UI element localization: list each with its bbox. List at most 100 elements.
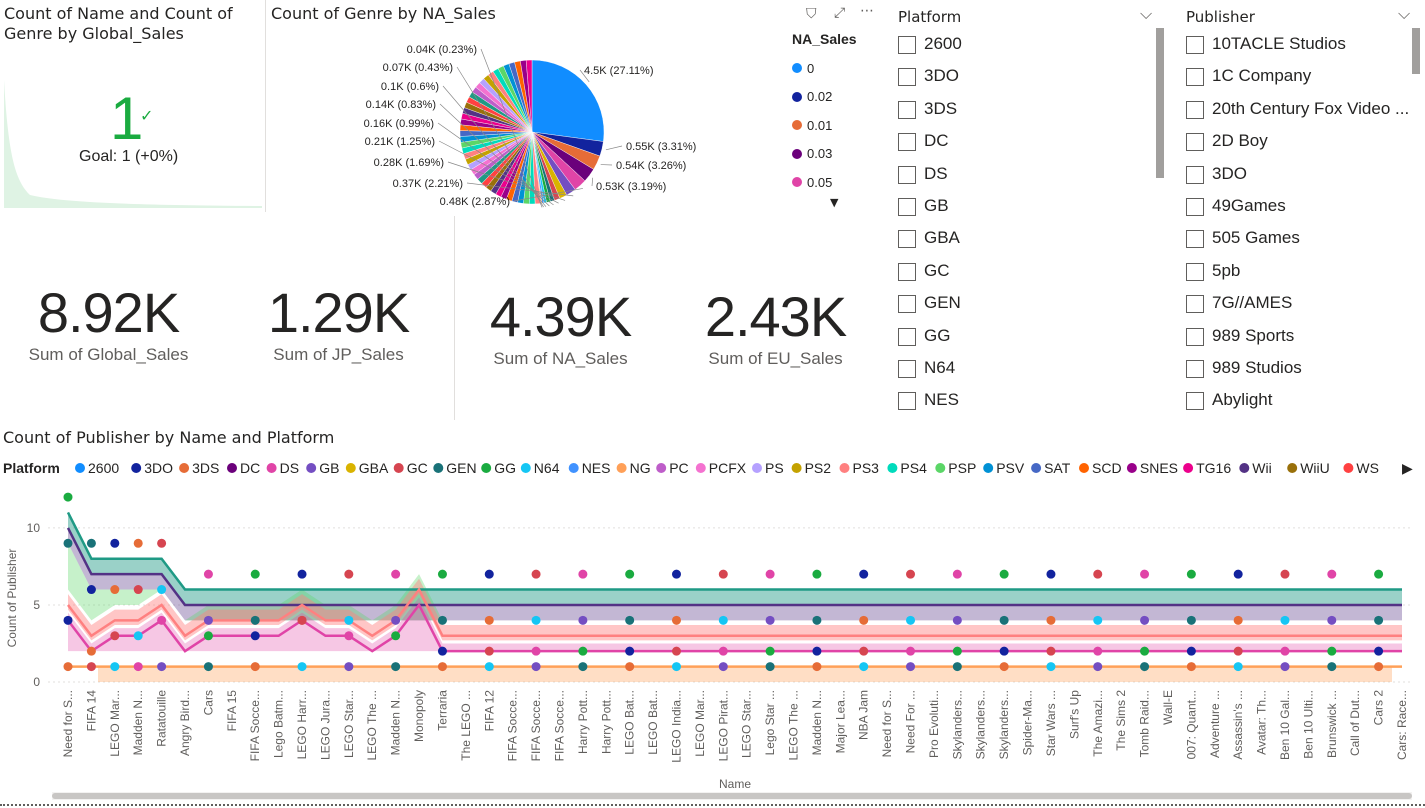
data-point[interactable] xyxy=(671,646,681,656)
slicer-item-label[interactable]: 3DS xyxy=(924,99,957,119)
data-point[interactable] xyxy=(437,615,447,625)
data-point[interactable] xyxy=(812,662,822,672)
checkbox[interactable] xyxy=(1186,100,1204,119)
legend-item[interactable]: PS2 xyxy=(805,460,832,476)
data-point[interactable] xyxy=(578,646,588,656)
data-point[interactable] xyxy=(1046,662,1056,672)
data-point[interactable] xyxy=(625,615,635,625)
checkbox[interactable] xyxy=(898,230,916,249)
chevron-down-icon[interactable]: ⌵ xyxy=(1140,4,1152,24)
data-point[interactable] xyxy=(718,646,728,656)
data-point[interactable] xyxy=(859,569,869,579)
data-point[interactable] xyxy=(110,662,120,672)
data-point[interactable] xyxy=(203,569,213,579)
data-point[interactable] xyxy=(86,538,96,548)
data-point[interactable] xyxy=(859,662,869,672)
data-point[interactable] xyxy=(484,615,494,625)
checkbox[interactable] xyxy=(1186,392,1204,411)
data-point[interactable] xyxy=(86,662,96,672)
slicer-item-label[interactable]: 20th Century Fox Video ... xyxy=(1212,99,1409,119)
data-point[interactable] xyxy=(133,631,143,641)
legend-item[interactable]: 2600 xyxy=(88,460,119,476)
checkbox[interactable] xyxy=(898,133,916,152)
legend-item[interactable]: PSV xyxy=(996,460,1025,476)
legend-item[interactable]: SCD xyxy=(1092,460,1122,476)
slicer-item-label[interactable]: GEN xyxy=(924,293,961,313)
checkbox[interactable] xyxy=(1186,327,1204,346)
data-point[interactable] xyxy=(157,615,167,625)
checkbox[interactable] xyxy=(1186,68,1204,87)
pie-legend-item[interactable]: 0.02 xyxy=(792,83,882,112)
legend-item[interactable]: WS xyxy=(1356,460,1379,476)
slicer-item-label[interactable]: 3DO xyxy=(924,66,959,86)
data-point[interactable] xyxy=(250,662,260,672)
legend-item[interactable]: 3DS xyxy=(192,460,219,476)
slicer-item-label[interactable]: GB xyxy=(924,196,949,216)
data-point[interactable] xyxy=(1046,646,1056,656)
data-point[interactable] xyxy=(671,569,681,579)
slicer-item-label[interactable]: 989 Sports xyxy=(1212,326,1294,346)
checkbox[interactable] xyxy=(898,165,916,184)
data-point[interactable] xyxy=(1046,569,1056,579)
data-point[interactable] xyxy=(344,569,354,579)
data-point[interactable] xyxy=(1140,646,1150,656)
data-point[interactable] xyxy=(1093,662,1103,672)
slicer-item-label[interactable]: 5pb xyxy=(1212,261,1240,281)
data-point[interactable] xyxy=(110,538,120,548)
checkbox[interactable] xyxy=(898,100,916,119)
legend-item[interactable]: GC xyxy=(407,460,428,476)
data-point[interactable] xyxy=(671,662,681,672)
checkbox[interactable] xyxy=(898,392,916,411)
pie-legend-item[interactable]: 0.01 xyxy=(792,111,882,140)
legend-item[interactable]: SAT xyxy=(1044,460,1071,476)
kpi-global-sales[interactable]: 8.92K Sum of Global_Sales xyxy=(0,280,217,365)
data-point[interactable] xyxy=(1233,646,1243,656)
data-point[interactable] xyxy=(999,646,1009,656)
data-point[interactable] xyxy=(391,569,401,579)
kpi-na-sales[interactable]: 4.39K Sum of NA_Sales xyxy=(452,284,669,369)
data-point[interactable] xyxy=(63,492,73,502)
legend-item[interactable]: TG16 xyxy=(1196,460,1231,476)
data-point[interactable] xyxy=(625,569,635,579)
data-point[interactable] xyxy=(133,662,143,672)
data-point[interactable] xyxy=(157,662,167,672)
checkbox[interactable] xyxy=(1186,198,1204,216)
data-point[interactable] xyxy=(203,662,213,672)
data-point[interactable] xyxy=(1233,615,1243,625)
data-point[interactable] xyxy=(952,662,962,672)
slicer-item-label[interactable]: GG xyxy=(924,326,950,346)
legend-item[interactable]: N64 xyxy=(534,460,560,476)
slicer-item-label[interactable]: 2600 xyxy=(924,34,962,54)
checkbox[interactable] xyxy=(898,327,916,346)
legend-item[interactable]: PS xyxy=(765,460,784,476)
scrollbar-thumb[interactable] xyxy=(52,793,1412,799)
checkbox[interactable] xyxy=(1186,262,1204,281)
platform-slicer[interactable]: Platform ⌵ 2600 3DO 3DS DC DS GB GBA GC GEN GG N64… xyxy=(884,0,1169,420)
data-point[interactable] xyxy=(765,662,775,672)
data-point[interactable] xyxy=(391,631,401,641)
data-point[interactable] xyxy=(906,615,916,625)
filter-icon[interactable]: ⛉ xyxy=(806,6,817,22)
data-point[interactable] xyxy=(531,569,541,579)
data-point[interactable] xyxy=(1374,569,1384,579)
kpi-card[interactable]: Count of Name and Count of Genre by Glob… xyxy=(0,0,265,212)
slicer-item-label[interactable]: 1C Company xyxy=(1212,66,1311,86)
data-point[interactable] xyxy=(484,662,494,672)
data-point[interactable] xyxy=(906,569,916,579)
data-point[interactable] xyxy=(812,646,822,656)
data-point[interactable] xyxy=(63,662,73,672)
data-point[interactable] xyxy=(906,646,916,656)
legend-item[interactable]: GG xyxy=(494,460,516,476)
data-point[interactable] xyxy=(1186,662,1196,672)
data-point[interactable] xyxy=(203,631,213,641)
data-point[interactable] xyxy=(812,615,822,625)
data-point[interactable] xyxy=(578,662,588,672)
checkbox[interactable] xyxy=(898,295,916,314)
legend-item[interactable]: GBA xyxy=(359,460,389,476)
legend-item[interactable]: 3DO xyxy=(144,460,173,476)
legend-item[interactable]: SNES xyxy=(1140,460,1178,476)
line-chart-visual[interactable]: Count of Publisher by Name and Platform … xyxy=(0,424,1425,808)
data-point[interactable] xyxy=(391,615,401,625)
data-point[interactable] xyxy=(718,615,728,625)
data-point[interactable] xyxy=(86,585,96,595)
